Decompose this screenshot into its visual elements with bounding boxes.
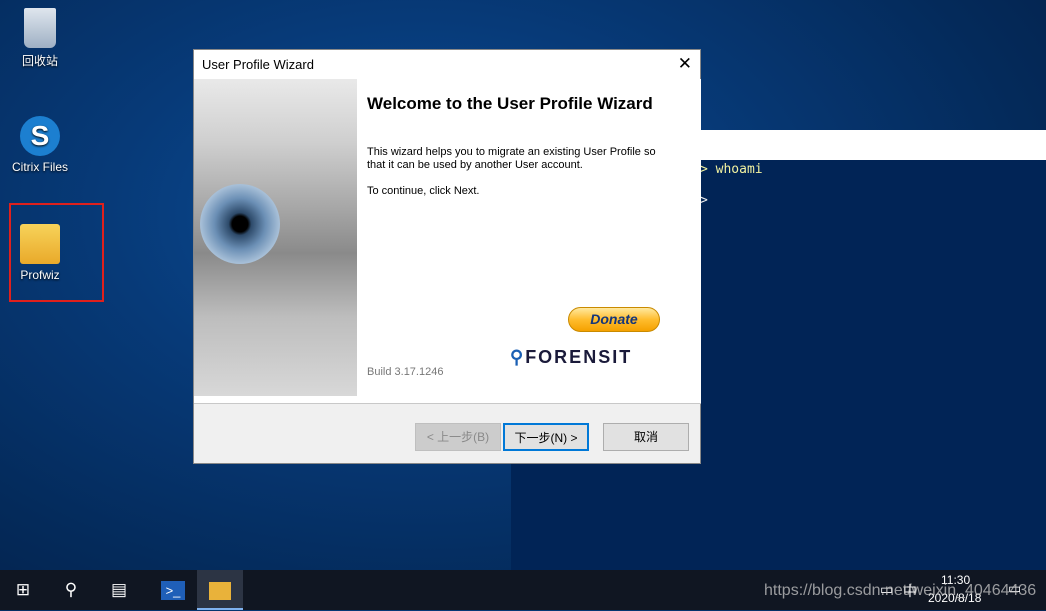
close-icon[interactable]: ✕	[678, 54, 692, 74]
selection-highlight	[9, 203, 104, 302]
desktop-icon-citrix-files[interactable]: S Citrix Files	[5, 116, 75, 174]
back-button[interactable]: < 上一步(B)	[415, 423, 501, 451]
desktop-icon-recycle-bin[interactable]: 回收站	[5, 8, 75, 69]
desktop-icon-label: 回收站	[21, 54, 58, 68]
task-view-icon[interactable]: ▤	[96, 570, 142, 610]
search-icon[interactable]: ⚲	[48, 570, 94, 610]
wizard-description: This wizard helps you to migrate an exis…	[367, 146, 656, 171]
console-line: > whoami	[700, 162, 763, 177]
recycle-bin-icon	[24, 8, 56, 48]
user-profile-wizard-dialog: User Profile Wizard ✕ Welcome to the Use…	[193, 49, 701, 464]
wizard-panel: Welcome to the User Profile Wizard This …	[194, 79, 701, 403]
next-button[interactable]: 下一步(N) >	[503, 423, 589, 451]
magnifier-icon: ⚲	[510, 347, 526, 367]
watermark: https://blog.csdn.net/weixin_40464436	[764, 582, 1037, 599]
divider	[194, 403, 701, 404]
build-label: Build 3.17.1246	[367, 366, 444, 378]
powershell-titlebar[interactable]	[700, 130, 1046, 160]
eye-image	[194, 79, 357, 396]
forensit-logo: ⚲FORENSIT	[510, 347, 633, 367]
start-windows-icon[interactable]: ⊞	[0, 570, 46, 610]
cancel-button[interactable]: 取消	[603, 423, 689, 451]
profwiz-taskbar-icon[interactable]	[197, 570, 243, 610]
desktop-icon-label: Citrix Files	[12, 160, 68, 174]
dialog-title: User Profile Wizard	[194, 50, 700, 79]
citrix-files-icon: S	[20, 116, 60, 156]
console-line: >	[700, 193, 708, 208]
wizard-instruction: To continue, click Next.	[367, 185, 480, 197]
donate-button[interactable]: Donate	[568, 307, 660, 332]
powershell-taskbar-icon[interactable]: >_	[150, 570, 196, 610]
wizard-heading: Welcome to the User Profile Wizard	[367, 94, 653, 113]
